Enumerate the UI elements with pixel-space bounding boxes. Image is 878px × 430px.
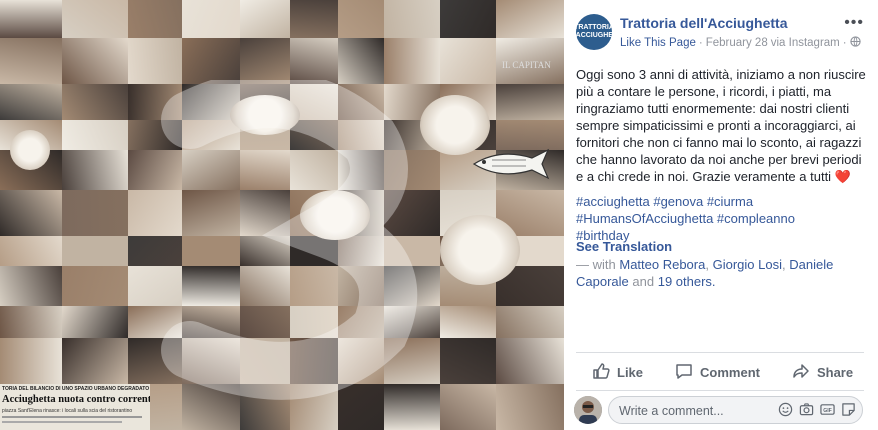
collage-photo-tile: [62, 190, 128, 236]
newspaper-clipping: TORIA DEL BILANCIO DI UNO SPAZIO URBANO …: [0, 384, 150, 430]
collage-photo-tile: [290, 0, 338, 38]
collage-photo-tile: [240, 0, 290, 38]
sticker-icon[interactable]: [841, 402, 856, 417]
tagged-people: — with Matteo Rebora, Giorgio Losi, Dani…: [576, 257, 834, 289]
collage-photo-tile: [0, 38, 62, 84]
thumbs-up-icon: [592, 362, 610, 383]
collage-photo-tile: [0, 236, 62, 266]
comment-input-box[interactable]: GIF: [608, 396, 863, 425]
collage-photo-tile: [62, 38, 128, 84]
collage-photo-tile: [496, 384, 564, 430]
collage-photo-tile: [440, 0, 496, 38]
post-text: Oggi sono 3 anni di attività, iniziamo a…: [576, 67, 866, 184]
share-arrow-icon: [792, 362, 810, 383]
actions-divider-top: [576, 352, 864, 353]
collage-photo-tile: [128, 38, 182, 84]
collage-photo-tile: [240, 38, 290, 84]
heart-emoji: ❤️: [834, 169, 851, 184]
camera-icon[interactable]: [799, 402, 814, 417]
post-photo-collage[interactable]: IL CAPITAN TORIA DEL BILANCIO DI UNO SPA…: [0, 0, 564, 430]
collage-photo-tile: [62, 306, 128, 338]
collage-photo-tile: [290, 38, 338, 84]
post-date[interactable]: February 28: [706, 37, 768, 49]
collage-photo-tile: [384, 0, 440, 38]
share-button[interactable]: Share: [776, 362, 869, 383]
collage-photo-tile: [0, 190, 62, 236]
post-meta: Like This Page · February 28 via Instagr…: [620, 36, 861, 50]
see-translation-link[interactable]: See Translation: [576, 239, 672, 254]
collage-photo-tile: [128, 0, 182, 38]
collage-photo-tile: [0, 306, 62, 338]
post-panel: TRATTORIA dell'ACCIUGHETTA Trattoria del…: [564, 0, 878, 430]
user-avatar[interactable]: [574, 396, 602, 424]
others-link[interactable]: 19 others.: [658, 274, 716, 289]
comment-input[interactable]: [617, 397, 781, 425]
post-source: via Instagram: [770, 37, 840, 49]
collage-photo-tile: [440, 38, 496, 84]
collage-photo-tile: [62, 236, 128, 266]
comment-box-icons: GIF: [778, 402, 856, 417]
tagged-person-link[interactable]: Matteo Rebora: [619, 257, 705, 272]
collage-photo-tile: [496, 0, 564, 38]
actions-divider-bottom: [576, 390, 864, 391]
collage-photo-tile: [62, 338, 128, 384]
collage-photo-tile: [182, 0, 240, 38]
photo-sign: IL CAPITAN: [502, 60, 551, 70]
hashtag-line[interactable]: #acciughetta #genova #ciurma: [576, 193, 870, 210]
globe-icon: [849, 36, 861, 50]
like-page-link[interactable]: Like This Page: [620, 37, 696, 49]
collage-photo-tile: [62, 266, 128, 306]
svg-text:GIF: GIF: [823, 408, 832, 414]
collage-photo-tile: [62, 84, 128, 120]
facebook-post-viewer: IL CAPITAN TORIA DEL BILANCIO DI UNO SPA…: [0, 0, 878, 430]
collage-photo-tile: [62, 120, 128, 150]
collage-photo-tile: [0, 0, 62, 38]
collage-photo-tile: [338, 0, 384, 38]
anchovy-drawing: [472, 148, 550, 180]
page-name-link[interactable]: Trattoria dell'Acciughetta: [620, 15, 787, 31]
collage-photo-tile: [62, 0, 128, 38]
collage-photo-tile: [0, 338, 62, 384]
tagged-person-link[interactable]: Giorgio Losi: [713, 257, 782, 272]
collage-photo-tile: [496, 84, 564, 120]
gif-icon[interactable]: GIF: [820, 402, 835, 417]
meta-separator: ·: [698, 37, 703, 49]
collage-photo-tile: [496, 338, 564, 384]
hashtags[interactable]: #acciughetta #genova #ciurma #HumansOfAc…: [576, 193, 870, 244]
comment-button[interactable]: Comment: [659, 362, 776, 383]
emoji-icon[interactable]: [778, 402, 793, 417]
hashtag-line[interactable]: #HumansOfAcciughetta #compleanno: [576, 210, 870, 227]
collage-photo-tile: [0, 266, 62, 306]
collage-photo-tile: [182, 38, 240, 84]
meta-separator: ·: [842, 37, 847, 49]
collage-photo-tile: [62, 150, 128, 190]
collage-plate: [10, 130, 50, 170]
number-3-overlay: [161, 80, 418, 400]
collage-photo-tile: [338, 38, 384, 84]
collage-photo-tile: [496, 306, 564, 338]
post-actions: Like Comment Share: [576, 356, 864, 388]
page-avatar[interactable]: TRATTORIA dell'ACCIUGHETTA: [576, 14, 612, 50]
collage-photo-tile: [384, 38, 440, 84]
more-options-icon[interactable]: •••: [844, 15, 864, 31]
collage-photo-tile: [0, 84, 62, 120]
like-button[interactable]: Like: [576, 362, 659, 383]
comment-bubble-icon: [675, 362, 693, 383]
collage-plate: [440, 215, 520, 285]
